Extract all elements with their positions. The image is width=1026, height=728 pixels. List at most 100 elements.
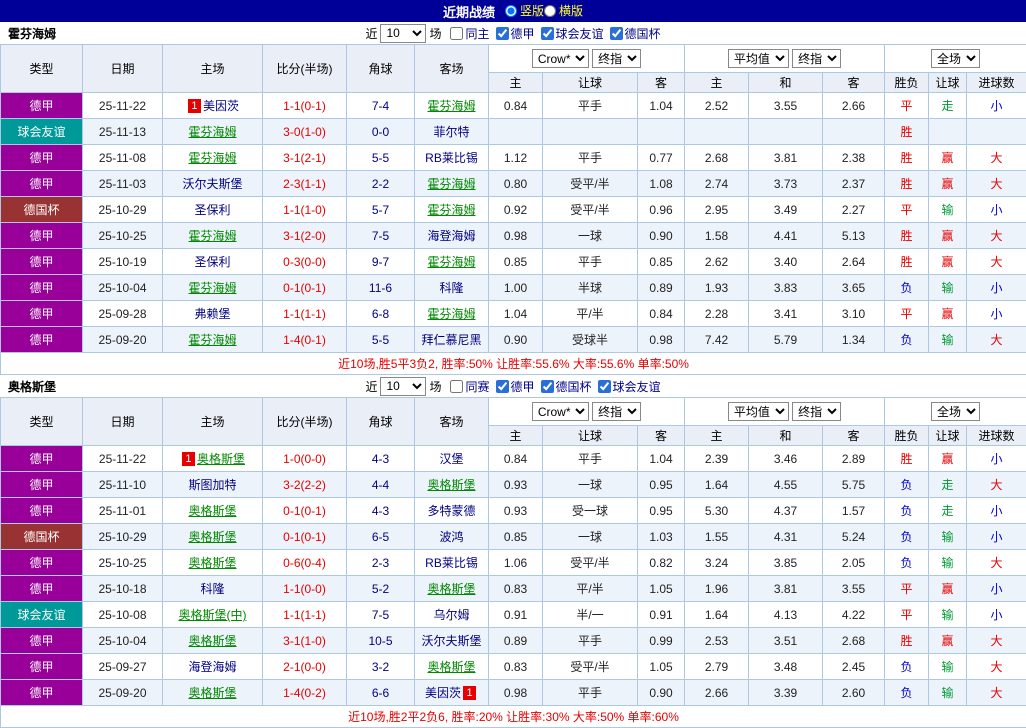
subcol-odds-away: 客 xyxy=(638,426,685,446)
away-team-link[interactable]: 霍芬海姆 xyxy=(427,99,475,113)
filter-checkbox-label: 德甲 xyxy=(511,378,535,395)
result-handicap: 走 xyxy=(929,498,967,524)
filter-checkbox-德国杯[interactable]: 德国杯 xyxy=(610,25,661,42)
away-team-link[interactable]: 海登海姆 xyxy=(427,229,475,243)
away-team-link[interactable]: 霍芬海姆 xyxy=(427,203,475,217)
filter-checkbox-input[interactable] xyxy=(450,380,463,393)
recent-count-select[interactable]: 10 xyxy=(380,24,426,43)
recent-count-select[interactable]: 10 xyxy=(380,377,426,396)
corners: 0-0 xyxy=(347,119,415,145)
odds-handicap: 半/一 xyxy=(543,602,638,628)
filter-checkbox-球会友谊[interactable]: 球会友谊 xyxy=(541,25,604,42)
match-row: 德甲25-10-18科隆1-1(0-0)5-2奥格斯堡0.83平/半1.051.… xyxy=(1,576,1026,602)
odds-company-select[interactable]: Crow* xyxy=(532,402,589,421)
filter-checkbox-input[interactable] xyxy=(598,380,611,393)
away-team-link[interactable]: 科隆 xyxy=(439,281,463,295)
away-team-cell: 奥格斯堡 xyxy=(415,472,489,498)
filter-checkbox-同赛[interactable]: 同赛 xyxy=(450,378,489,395)
home-team-link[interactable]: 霍芬海姆 xyxy=(188,229,236,243)
layout-radio-input[interactable] xyxy=(544,5,556,17)
odds-company-select[interactable]: Crow* xyxy=(532,49,589,68)
away-team-link[interactable]: 多特蒙德 xyxy=(427,504,475,518)
avg-time-select[interactable]: 终指 xyxy=(792,49,841,68)
scope-select[interactable]: 全场 xyxy=(931,49,980,68)
odds-time-select[interactable]: 终指 xyxy=(592,402,641,421)
away-team-link[interactable]: 沃尔夫斯堡 xyxy=(421,634,481,648)
home-team-link[interactable]: 奥格斯堡 xyxy=(188,530,236,544)
result-handicap: 赢 xyxy=(929,628,967,654)
corners: 6-8 xyxy=(347,301,415,327)
filter-checkbox-input[interactable] xyxy=(610,27,623,40)
avg-select[interactable]: 平均值 xyxy=(728,49,789,68)
away-team-link[interactable]: 美因茨 xyxy=(425,686,461,700)
filter-checkbox-德甲[interactable]: 德甲 xyxy=(496,378,535,395)
home-team-link[interactable]: 奥格斯堡 xyxy=(188,556,236,570)
away-team-link[interactable]: 奥格斯堡 xyxy=(427,660,475,674)
home-team-link[interactable]: 奥格斯堡 xyxy=(197,452,245,466)
filter-checkbox-德甲[interactable]: 德甲 xyxy=(496,25,535,42)
away-team-link[interactable]: 霍芬海姆 xyxy=(427,177,475,191)
filter-checkbox-同主[interactable]: 同主 xyxy=(450,25,489,42)
away-team-link[interactable]: 菲尔特 xyxy=(433,125,469,139)
filter-checkbox-球会友谊[interactable]: 球会友谊 xyxy=(598,378,661,395)
home-team-link[interactable]: 弗赖堡 xyxy=(194,307,230,321)
match-row: 德甲25-10-04奥格斯堡3-1(1-0)10-5沃尔夫斯堡0.89平手0.9… xyxy=(1,628,1026,654)
corners: 7-4 xyxy=(347,93,415,119)
filter-checkbox-input[interactable] xyxy=(496,27,509,40)
avg-draw: 3.85 xyxy=(749,550,823,576)
home-team-link[interactable]: 圣保利 xyxy=(194,203,230,217)
filter-checkbox-input[interactable] xyxy=(541,380,554,393)
home-team-link[interactable]: 霍芬海姆 xyxy=(188,281,236,295)
avg-away: 3.55 xyxy=(823,576,885,602)
match-row: 德甲25-11-03沃尔夫斯堡2-3(1-1)2-2霍芬海姆0.80受平/半1.… xyxy=(1,171,1026,197)
avg-select[interactable]: 平均值 xyxy=(728,402,789,421)
home-team-link[interactable]: 科隆 xyxy=(200,582,224,596)
layout-radio-input[interactable] xyxy=(505,5,517,17)
home-team-link[interactable]: 霍芬海姆 xyxy=(188,333,236,347)
home-team-link[interactable]: 奥格斯堡 xyxy=(188,686,236,700)
home-team-cell: 霍芬海姆 xyxy=(163,145,263,171)
away-team-link[interactable]: 奥格斯堡 xyxy=(427,582,475,596)
odds-handicap: 一球 xyxy=(543,524,638,550)
odds-home: 0.80 xyxy=(489,171,543,197)
away-team-link[interactable]: 汉堡 xyxy=(439,452,463,466)
home-team-link[interactable]: 奥格斯堡(中) xyxy=(179,608,247,622)
filter-checkbox-德国杯[interactable]: 德国杯 xyxy=(541,378,592,395)
away-team-link[interactable]: RB莱比锡 xyxy=(425,151,478,165)
odds-away: 1.05 xyxy=(638,576,685,602)
match-row: 德甲25-10-19圣保利0-3(0-0)9-7霍芬海姆0.85平手0.852.… xyxy=(1,249,1026,275)
layout-radio-vertical[interactable]: 竖版 xyxy=(505,2,544,19)
home-team-link[interactable]: 海登海姆 xyxy=(188,660,236,674)
result-handicap: 赢 xyxy=(929,171,967,197)
away-team-link[interactable]: RB莱比锡 xyxy=(425,556,478,570)
home-team-link[interactable]: 奥格斯堡 xyxy=(188,504,236,518)
avg-away xyxy=(823,119,885,145)
result-wdl: 平 xyxy=(885,301,929,327)
away-team-link[interactable]: 波鸿 xyxy=(439,530,463,544)
away-team-link[interactable]: 霍芬海姆 xyxy=(427,307,475,321)
layout-radio-horizontal[interactable]: 横版 xyxy=(544,2,583,19)
away-team-link[interactable]: 乌尔姆 xyxy=(433,608,469,622)
filter-checkbox-input[interactable] xyxy=(496,380,509,393)
home-team-link[interactable]: 霍芬海姆 xyxy=(188,151,236,165)
away-team-link[interactable]: 奥格斯堡 xyxy=(427,478,475,492)
filter-checkbox-input[interactable] xyxy=(450,27,463,40)
scope-select[interactable]: 全场 xyxy=(931,402,980,421)
avg-away: 5.13 xyxy=(823,223,885,249)
home-team-link[interactable]: 圣保利 xyxy=(194,255,230,269)
away-team-link[interactable]: 拜仁慕尼黑 xyxy=(421,333,481,347)
home-team-link[interactable]: 美因茨 xyxy=(203,99,239,113)
home-team-cell: 霍芬海姆 xyxy=(163,223,263,249)
result-goals: 大 xyxy=(967,680,1026,706)
home-team-link[interactable]: 霍芬海姆 xyxy=(188,125,236,139)
match-date: 25-10-19 xyxy=(83,249,163,275)
home-team-link[interactable]: 斯图加特 xyxy=(188,478,236,492)
filter-checkbox-input[interactable] xyxy=(541,27,554,40)
home-team-link[interactable]: 奥格斯堡 xyxy=(188,634,236,648)
avg-home: 2.53 xyxy=(685,628,749,654)
odds-handicap: 受平/半 xyxy=(543,550,638,576)
odds-time-select[interactable]: 终指 xyxy=(592,49,641,68)
avg-time-select[interactable]: 终指 xyxy=(792,402,841,421)
home-team-link[interactable]: 沃尔夫斯堡 xyxy=(182,177,242,191)
away-team-link[interactable]: 霍芬海姆 xyxy=(427,255,475,269)
